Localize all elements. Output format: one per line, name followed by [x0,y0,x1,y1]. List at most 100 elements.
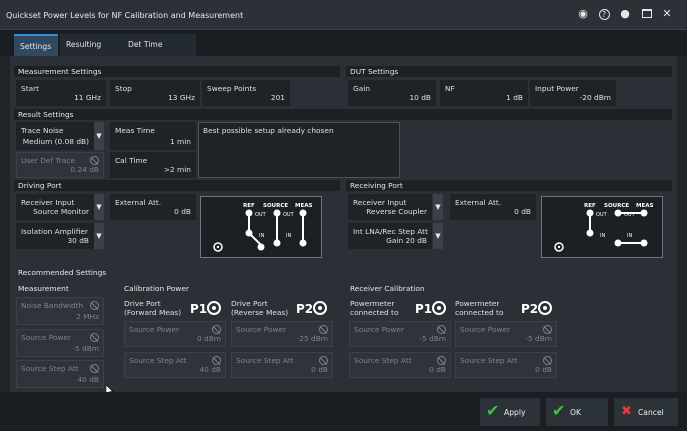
sweep-points-field[interactable]: Sweep Points 201 [202,80,290,106]
rcv-p1-source-power-field: Source Power -5 dBm [349,321,451,347]
gain-field[interactable]: Gain 10 dB [348,80,436,106]
driving-receiver-input-field[interactable]: Receiver Input Source Monitor [16,194,94,220]
measurement-settings-header: Measurement Settings [14,66,340,77]
cal-p2-radio[interactable] [313,301,327,315]
cal-p1-source-power-label: Source Power [129,325,180,334]
result-message-box: Best possible setup already chosen [198,122,400,178]
apply-button[interactable]: ✔ Apply [480,398,540,426]
camera-icon[interactable]: ◉ [576,7,590,21]
rcv-p1-radio[interactable] [432,301,446,315]
cal-p1-label-2: (Forward Meas) [124,308,182,317]
recommended-settings-header: Recommended Settings [18,268,107,277]
user-def-trace-field: User Def Trace 0.24 dB [16,152,104,178]
isolation-amplifier-dropdown-icon[interactable]: ▼ [94,223,104,249]
meas-time-label: Meas Time [115,126,155,135]
cal-p2-source-power-label: Source Power [236,325,287,334]
cross-icon: ✖ [621,404,632,419]
input-power-field[interactable]: Input Power -20 dBm [530,80,616,106]
cal-p2-port: P2 [296,302,314,316]
calibration-power-header: Calibration Power [124,284,189,293]
receiving-port-header: Receiving Port [346,180,672,191]
cal-p2-source-step-att-value: 0 dB [311,365,328,374]
cal-p1-radio[interactable] [207,301,221,315]
rcv-p2-source-step-att-value: 0 dB [535,365,552,374]
checkmark-icon: ✔ [552,401,566,420]
meas-source-step-att-value: 40 dB [77,375,99,384]
tab-det-time-overview[interactable]: Det Time Overview [122,34,196,71]
cancel-button[interactable]: ✖ Cancel [614,398,678,426]
isolation-amplifier-field[interactable]: Isolation Amplifier 30 dB [16,223,94,249]
cal-time-label: Cal Time [115,156,148,165]
tab-settings[interactable]: Settings [14,34,58,56]
user-def-trace-label: User Def Trace [21,156,75,165]
noise-bandwidth-field: Noise Bandwidth 2 MHz [16,297,104,325]
maximize-icon[interactable] [640,7,654,21]
driving-receiver-input-dropdown-icon[interactable]: ▼ [94,194,104,220]
receiving-switch-diagram-svg: REF SOURCE MEAS OUT OUT IN IN [554,203,653,252]
meas-source-power-label: Source Power [21,333,72,342]
rcv-p2-source-power-label: Source Power [460,325,511,334]
cal-time-value: >2 min [163,165,191,174]
rcv-p1-source-power-value: -5 dBm [419,334,446,343]
int-lna-dropdown-icon[interactable]: ▼ [433,223,443,249]
dut-settings-header: DUT Settings [346,66,672,77]
driving-ref-label: REF [243,203,255,209]
trace-noise-field[interactable]: Trace Noise Medium (0.08 dB) [16,122,94,150]
disabled-icon [319,356,328,365]
start-label: Start [21,84,40,93]
rcv-p2-source-power-value: -5 dBm [525,334,552,343]
cal-p2-source-step-att-field: Source Step Att 0 dB [231,352,333,378]
cal-p2-label-2: (Reverse Meas) [231,308,289,317]
sweep-points-value: 201 [270,93,285,102]
receiving-receiver-input-dropdown-icon[interactable]: ▼ [433,194,443,220]
receiving-source-label: SOURCE [604,203,629,209]
help-icon[interactable]: ? [597,7,611,21]
ok-button[interactable]: ✔ OK [546,398,608,426]
disabled-icon [212,325,221,334]
int-lna-label: Int LNA/Rec Step Att [353,227,428,236]
driving-receiver-input-value: Source Monitor [33,207,89,216]
stop-field[interactable]: Stop 13 GHz [110,80,200,106]
tab-resulting-times[interactable]: Resulting Times [60,34,122,71]
rcv-p1-source-step-att-value: 0 dB [429,365,446,374]
driving-in1-label: IN [259,233,264,239]
isolation-amplifier-label: Isolation Amplifier [21,227,88,236]
gain-value: 10 dB [409,93,431,102]
disabled-icon [212,356,221,365]
meas-source-step-att-label: Source Step Att [21,364,79,373]
start-value: 11 GHz [74,93,101,102]
receiving-in2-label: IN [627,233,632,239]
rcv-p2-label-1: Powermeter [455,299,500,308]
sweep-points-label: Sweep Points [207,84,257,93]
rcv-p2-radio[interactable] [538,301,552,315]
stop-label: Stop [115,84,132,93]
gain-label: Gain [353,84,370,93]
cal-p1-source-step-att-label: Source Step Att [129,356,187,365]
disabled-icon [90,364,99,373]
driving-port-header: Driving Port [14,180,340,191]
receiving-ref-label: REF [584,203,596,209]
rcv-p2-label-2: connected to [455,308,504,317]
cal-p1-label-1: Drive Port [124,299,161,308]
result-message: Best possible setup already chosen [203,126,334,135]
result-settings-header: Result Settings [14,109,672,120]
trace-noise-dropdown-icon[interactable]: ▼ [94,122,104,150]
driving-out1-label: OUT [255,212,267,218]
meas-source-power-field: Source Power -5 dBm [16,329,104,357]
toggle-icon[interactable]: ● [618,7,632,21]
nf-field[interactable]: NF 1 dB [440,80,528,106]
close-icon[interactable]: ✕ [660,7,674,21]
input-power-value: -20 dBm [579,93,611,102]
meas-time-value: 1 min [170,137,191,146]
receiving-receiver-input-field[interactable]: Receiver Input Reverse Coupler [348,194,432,220]
disabled-icon [543,356,552,365]
int-lna-field[interactable]: Int LNA/Rec Step Att Gain 20 dB [348,223,432,249]
rcv-p2-source-step-att-field: Source Step Att 0 dB [455,352,557,378]
meas-source-power-value: -5 dBm [72,344,99,353]
receiving-external-att-field[interactable]: External Att. 0 dB [450,194,536,220]
receiving-in1-label: IN [600,233,605,239]
noise-bandwidth-value: 2 MHz [76,312,99,321]
driving-external-att-field[interactable]: External Att. 0 dB [110,194,196,220]
rcv-p1-label-1: Powermeter [350,299,395,308]
start-field[interactable]: Start 11 GHz [16,80,106,106]
